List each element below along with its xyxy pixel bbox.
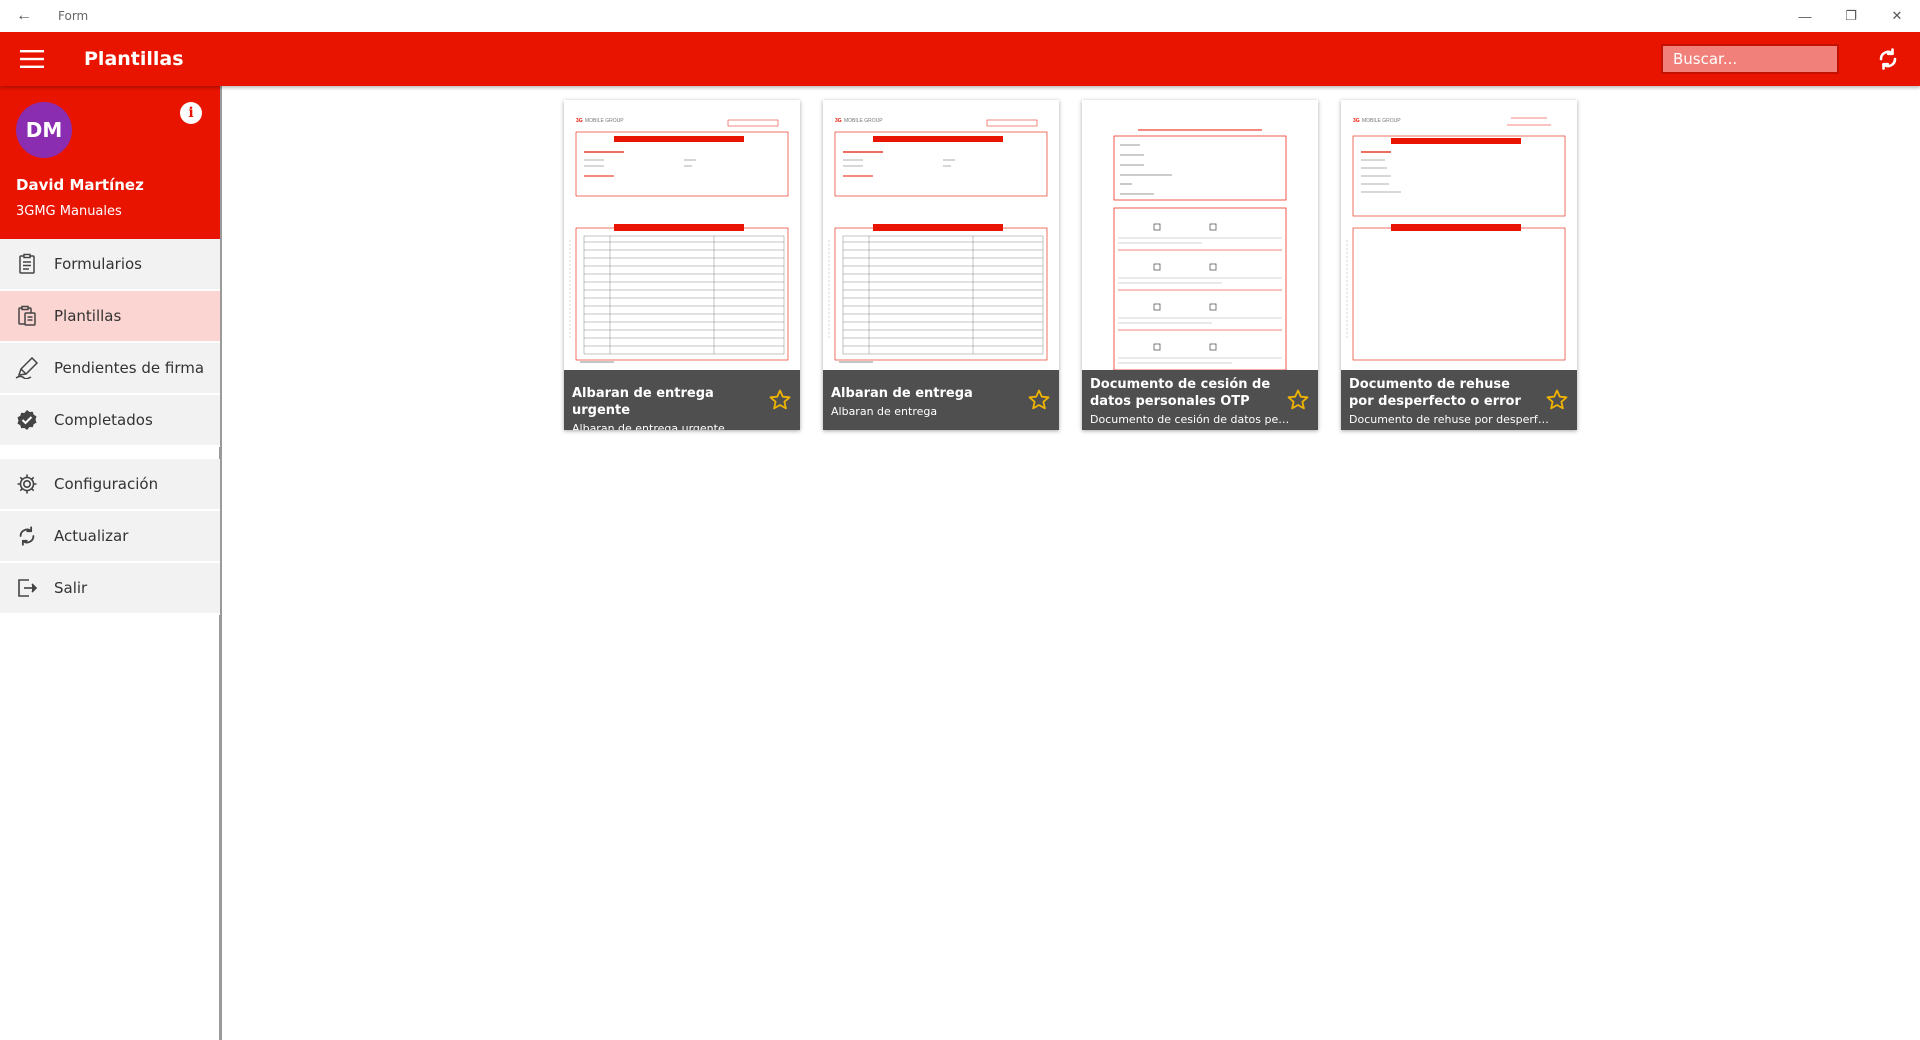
minimize-icon: — <box>1798 8 1812 24</box>
clipboard-list-icon <box>14 251 40 277</box>
card-subtitle: Albaran de entrega urgente <box>572 422 725 430</box>
user-name: David Martínez <box>16 176 144 194</box>
card-title: Albaran de entrega <box>831 386 973 401</box>
document-thumbnail: 3G MOBILE GROUP <box>1341 100 1577 370</box>
favorite-star-icon[interactable] <box>1286 388 1310 412</box>
sidebar-item-configuracion[interactable]: Configuración <box>0 459 220 511</box>
svg-text:3G: 3G <box>835 118 842 124</box>
card-title: Albaran de entrega urgente <box>572 386 714 418</box>
window-titlebar: ← Form — ❐ ✕ <box>0 0 1920 32</box>
avatar[interactable]: DM <box>16 102 72 158</box>
exit-icon <box>14 575 40 601</box>
sidebar-item-label: Plantillas <box>54 307 122 325</box>
info-icon[interactable]: i <box>180 102 202 124</box>
sidebar-item-completados[interactable]: Completados <box>0 395 220 447</box>
back-button[interactable]: ← <box>0 0 48 32</box>
sidebar-item-label: Actualizar <box>54 527 129 545</box>
refresh-button[interactable] <box>1872 43 1904 75</box>
sync-icon <box>14 523 40 549</box>
template-card[interactable]: 3G MOBILE GROUP <box>823 100 1059 430</box>
sidebar-item-salir[interactable]: Salir <box>0 563 220 615</box>
pen-icon <box>14 355 40 381</box>
sidebar-item-label: Salir <box>54 579 88 597</box>
user-organization: 3GMG Manuales <box>16 204 122 219</box>
gear-icon <box>14 471 40 497</box>
template-grid: 3G MOBILE GROUP Albaran de entrega urgen… <box>564 100 1600 430</box>
favorite-star-icon[interactable] <box>1027 388 1051 412</box>
svg-text:MOBILE GROUP: MOBILE GROUP <box>1362 118 1401 124</box>
hamburger-icon <box>20 50 44 68</box>
favorite-star-icon[interactable] <box>1545 388 1569 412</box>
window-controls: — ❐ ✕ <box>1782 0 1920 32</box>
sidebar-item-label: Formularios <box>54 255 142 273</box>
back-arrow-icon: ← <box>16 7 32 24</box>
clipboard-copy-icon <box>14 303 40 329</box>
close-icon: ✕ <box>1891 8 1903 23</box>
card-title: Documento de cesión de datos personales … <box>1090 377 1271 409</box>
minimize-button[interactable]: — <box>1782 0 1828 32</box>
restore-button[interactable]: ❐ <box>1828 0 1874 32</box>
nav-menu: Formularios Plantillas Pendientes de fir… <box>0 239 220 615</box>
check-badge-icon <box>14 407 40 433</box>
sidebar-item-formularios[interactable]: Formularios <box>0 239 220 291</box>
sidebar: DM i David Martínez 3GMG Manuales Formul… <box>0 86 222 1040</box>
svg-text:MOBILE GROUP: MOBILE GROUP <box>585 118 624 124</box>
hamburger-menu-button[interactable] <box>0 32 64 86</box>
document-thumbnail: 3G MOBILE GROUP <box>823 100 1059 370</box>
sync-icon <box>1879 48 1897 70</box>
page-title: Plantillas <box>84 48 184 70</box>
sidebar-item-label: Configuración <box>54 475 159 493</box>
card-title: Documento de rehuse por desperfecto o er… <box>1349 377 1521 409</box>
nav-divider <box>0 447 219 459</box>
template-card[interactable]: Documento de cesión de datos personales … <box>1082 100 1318 430</box>
sidebar-item-label: Completados <box>54 411 153 429</box>
svg-text:3G: 3G <box>1353 118 1360 124</box>
sidebar-item-actualizar[interactable]: Actualizar <box>0 511 220 563</box>
card-subtitle: Documento de cesión de datos pers... <box>1090 413 1290 426</box>
close-button[interactable]: ✕ <box>1874 0 1920 32</box>
card-subtitle: Documento de rehuse por desperfec... <box>1349 413 1549 426</box>
card-subtitle: Albaran de entrega <box>831 405 938 418</box>
template-card[interactable]: 3G MOBILE GROUP Documento de rehuse por … <box>1341 100 1577 430</box>
search-input[interactable] <box>1661 44 1839 74</box>
card-caption: Albaran de entrega Albaran de entrega <box>823 370 1059 430</box>
sidebar-item-pendientes-de-firma[interactable]: Pendientes de firma <box>0 343 220 395</box>
favorite-star-icon[interactable] <box>768 388 792 412</box>
app-bar: Plantillas <box>0 32 1920 86</box>
card-caption: Documento de rehuse por desperfecto o er… <box>1341 370 1577 430</box>
card-caption: Documento de cesión de datos personales … <box>1082 370 1318 430</box>
sidebar-item-label: Pendientes de firma <box>54 359 205 377</box>
card-caption: Albaran de entrega urgente Albaran de en… <box>564 370 800 430</box>
restore-icon: ❐ <box>1845 8 1857 23</box>
document-thumbnail <box>1082 100 1318 370</box>
svg-text:MOBILE GROUP: MOBILE GROUP <box>844 118 883 124</box>
svg-text:3G: 3G <box>576 118 583 124</box>
document-thumbnail: 3G MOBILE GROUP <box>564 100 800 370</box>
user-profile: DM i David Martínez 3GMG Manuales <box>0 86 220 239</box>
sidebar-item-plantillas[interactable]: Plantillas <box>0 291 220 343</box>
window-title: Form <box>58 9 89 23</box>
template-card[interactable]: 3G MOBILE GROUP <box>564 100 800 430</box>
